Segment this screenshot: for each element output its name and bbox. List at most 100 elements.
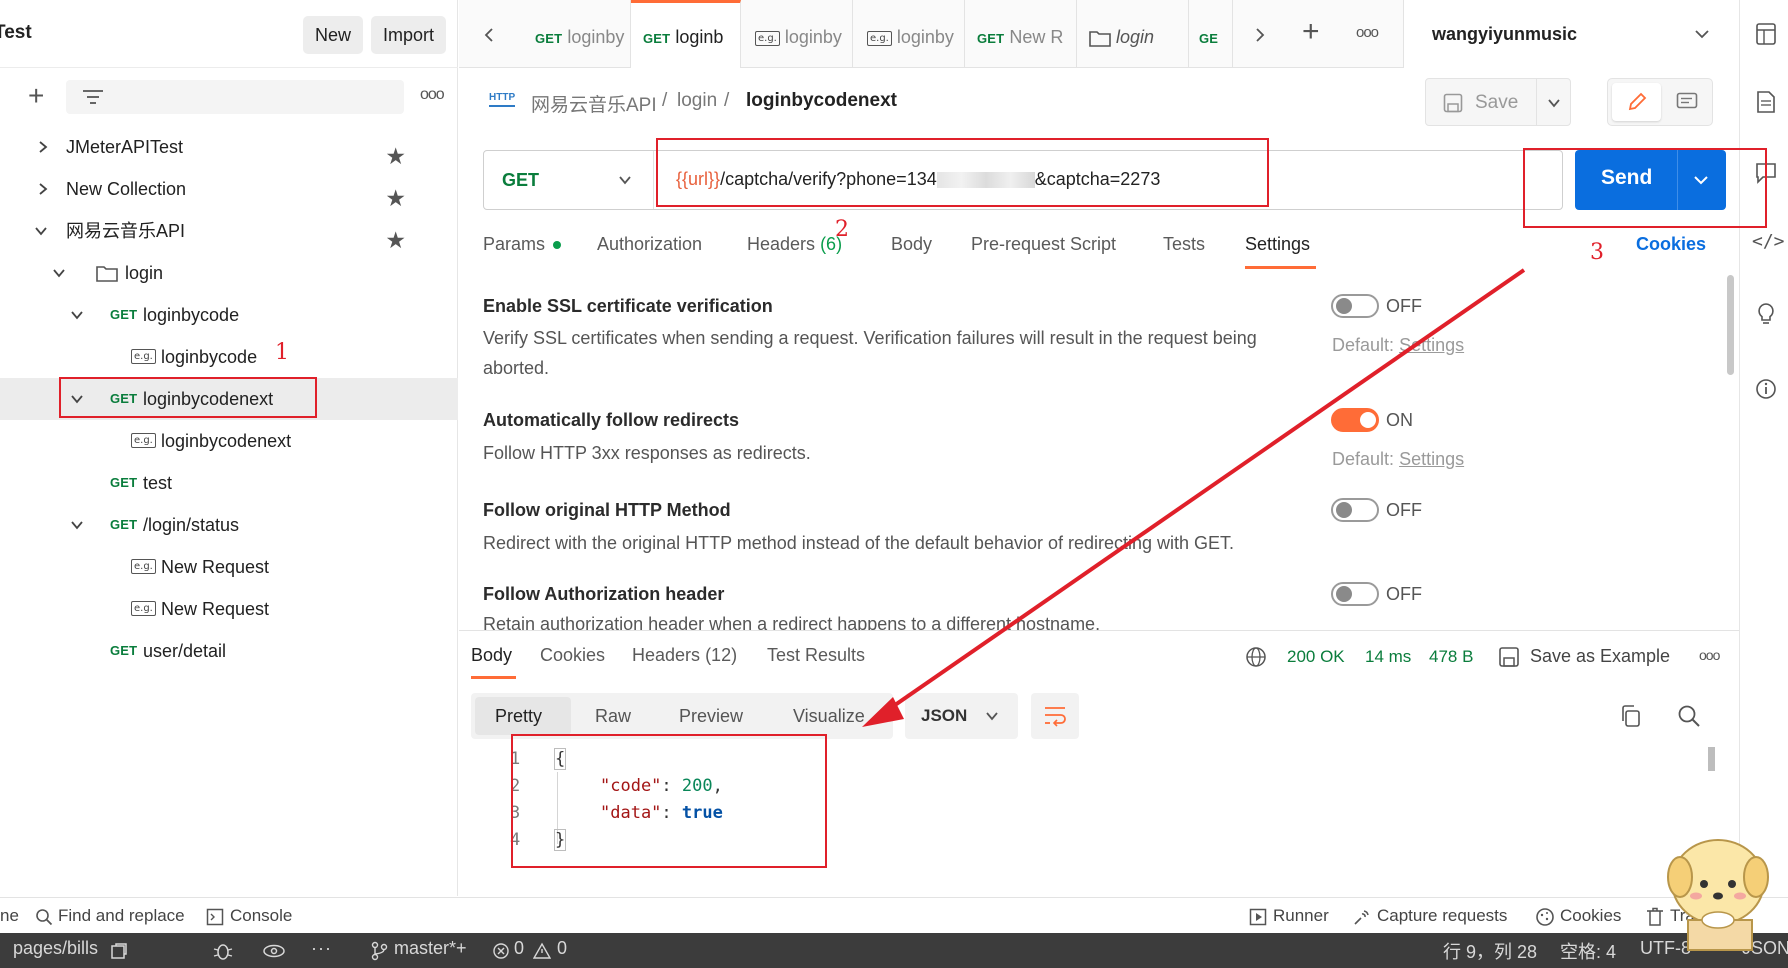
redirects-toggle[interactable]	[1331, 408, 1379, 432]
new-tab-icon[interactable]: +	[1302, 15, 1320, 49]
document-icon[interactable]	[1756, 90, 1776, 114]
status-path[interactable]: pages/bills	[13, 938, 98, 959]
lightbulb-icon[interactable]	[1756, 302, 1776, 328]
wrap-lines-button[interactable]	[1031, 693, 1079, 739]
response-status[interactable]: 200 OK	[1287, 647, 1345, 667]
sidebar-item-wangyiyun-api[interactable]: 网易云音乐API ★	[0, 210, 458, 253]
response-tab-body[interactable]: Body	[471, 645, 512, 666]
error-icon	[493, 943, 509, 959]
more-icon[interactable]: ···	[311, 938, 332, 959]
response-more-icon[interactable]: ooo	[1699, 647, 1720, 663]
new-button[interactable]: New	[303, 16, 363, 54]
save-as-example-button[interactable]: Save as Example	[1530, 646, 1670, 667]
preview-button[interactable]: Preview	[679, 706, 743, 727]
sidebar-item-example-new-request-2[interactable]: e.g. New Request	[0, 588, 458, 630]
add-icon[interactable]: +	[28, 82, 44, 110]
tab-partial[interactable]: GE	[1189, 0, 1233, 68]
search-input[interactable]	[66, 80, 404, 114]
save-button[interactable]: Save	[1425, 78, 1571, 126]
response-tab-test-results[interactable]: Test Results	[767, 645, 865, 666]
tab-tests[interactable]: Tests	[1163, 234, 1205, 255]
tab-params[interactable]: Params	[483, 234, 562, 255]
tab-loginbycode[interactable]: GET loginby	[521, 0, 631, 68]
sidebar-item-example-loginbycode[interactable]: e.g. loginbycode	[0, 336, 458, 378]
response-size[interactable]: 478 B	[1429, 647, 1473, 667]
globe-icon[interactable]	[1245, 646, 1267, 668]
edit-mode-button[interactable]	[1612, 83, 1661, 121]
setting-auth-desc: Retain authorization header when a redir…	[483, 614, 1101, 630]
method-badge: GET	[110, 475, 138, 490]
sidebar-item-user-detail[interactable]: GET user/detail	[0, 630, 458, 672]
pretty-button[interactable]: Pretty	[475, 697, 571, 735]
environment-icon[interactable]	[1755, 22, 1777, 46]
chevron-left-icon[interactable]	[483, 27, 495, 43]
code-icon[interactable]: </>	[1752, 231, 1785, 252]
tab-new-request[interactable]: GET New R	[965, 0, 1077, 68]
breadcrumb-folder[interactable]: login	[677, 90, 717, 112]
sidebar-item-example-new-request-1[interactable]: e.g. New Request	[0, 546, 458, 588]
copy-icon[interactable]	[110, 942, 128, 960]
tab-body[interactable]: Body	[891, 234, 932, 255]
import-button[interactable]: Import	[371, 16, 446, 54]
sidebar-item-loginbycode[interactable]: GET loginbycode	[0, 294, 458, 336]
raw-button[interactable]: Raw	[595, 706, 631, 727]
tab-label: loginby	[567, 27, 625, 47]
sidebar-item-new-collection[interactable]: New Collection ★	[0, 168, 458, 211]
bug-icon[interactable]	[212, 941, 234, 961]
tab-login-folder[interactable]: login	[1077, 0, 1189, 68]
settings-link[interactable]: Settings	[1399, 335, 1464, 355]
sidebar-item-example-loginbycodenext[interactable]: e.g. loginbycodenext	[0, 420, 458, 462]
breadcrumb-request[interactable]: loginbycodenext	[746, 90, 897, 112]
search-icon[interactable]	[1677, 704, 1701, 728]
sidebar-item-login-status[interactable]: GET /login/status	[0, 504, 458, 546]
settings-link[interactable]: Settings	[1399, 449, 1464, 469]
status-errors[interactable]: 0	[514, 938, 524, 959]
sidebar-item-jmeterapitest[interactable]: JMeterAPITest ★	[0, 126, 458, 169]
cookies-link[interactable]: Cookies	[1636, 234, 1706, 255]
info-icon[interactable]	[1755, 378, 1777, 400]
wrap-icon	[1045, 707, 1066, 727]
tab-loginbycodenext[interactable]: GET loginb	[631, 0, 741, 68]
tab-headers[interactable]: Headers (6)	[747, 234, 842, 255]
chevron-right-icon[interactable]	[1254, 27, 1266, 43]
breadcrumb-collection[interactable]: 网易云音乐API	[531, 90, 657, 117]
settings-scrollbar[interactable]	[1727, 275, 1734, 375]
comment-icon[interactable]	[1676, 92, 1698, 112]
runner-button[interactable]: Runner	[1273, 906, 1329, 926]
auth-toggle[interactable]	[1331, 582, 1379, 606]
method-select[interactable]: GET	[484, 151, 654, 209]
visualize-button[interactable]: Visualize	[793, 706, 891, 727]
status-branch[interactable]: master*+	[394, 938, 467, 959]
tab-settings[interactable]: Settings	[1245, 234, 1310, 255]
status-indentation[interactable]: 空格: 4	[1560, 938, 1616, 964]
pretty-label: Pretty	[495, 706, 543, 726]
response-tab-cookies[interactable]: Cookies	[540, 645, 605, 666]
find-and-replace-button[interactable]: Find and replace	[58, 906, 185, 926]
chevron-down-icon[interactable]	[1547, 98, 1561, 108]
eye-icon[interactable]	[262, 944, 286, 958]
response-scrollbar[interactable]	[1708, 747, 1715, 771]
copy-icon[interactable]	[1619, 704, 1641, 728]
tab-example-1[interactable]: e.g. loginby	[741, 0, 853, 68]
tab-method: GET	[977, 31, 1005, 46]
capture-requests-button[interactable]: Capture requests	[1377, 906, 1507, 926]
response-time[interactable]: 14 ms	[1365, 647, 1411, 667]
tabs-more-icon[interactable]: ooo	[1356, 24, 1379, 41]
tab-authorization[interactable]: Authorization	[597, 234, 702, 255]
tab-method: GE	[1199, 31, 1219, 46]
status-warnings[interactable]: 0	[557, 938, 567, 959]
response-tab-headers[interactable]: Headers (12)	[632, 645, 737, 666]
sidebar-item-test[interactable]: GET test	[0, 462, 458, 504]
console-button[interactable]: Console	[230, 906, 292, 926]
more-icon[interactable]: ooo	[420, 86, 445, 104]
status-cursor-position[interactable]: 行 9，列 28	[1443, 938, 1537, 964]
footer-cookies-button[interactable]: Cookies	[1560, 906, 1621, 926]
tab-prerequest-script[interactable]: Pre-request Script	[971, 234, 1116, 255]
tab-example-2[interactable]: e.g. loginby	[853, 0, 965, 68]
format-select[interactable]: JSON	[905, 693, 1018, 739]
method-toggle[interactable]	[1331, 498, 1379, 522]
ssl-toggle[interactable]	[1331, 294, 1379, 318]
environment-selector[interactable]: wangyiyunmusic	[1403, 0, 1739, 68]
toggle-knob	[1336, 586, 1352, 602]
sidebar-item-login-folder[interactable]: login	[0, 252, 458, 294]
